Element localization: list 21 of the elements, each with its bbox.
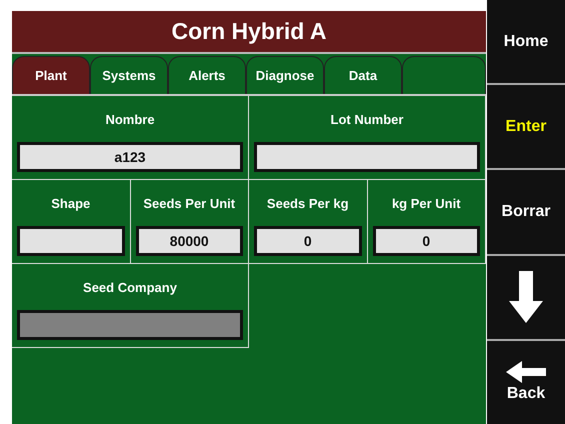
input-field[interactable]: 0 [254, 226, 362, 256]
input-field[interactable]: 0 [372, 226, 480, 256]
input-field[interactable]: 80000 [136, 226, 243, 256]
tab[interactable]: Diagnose [246, 56, 324, 94]
window-title: Corn Hybrid A [12, 11, 486, 54]
field-label: Seeds Per kg [266, 194, 349, 213]
tab[interactable]: Alerts [168, 56, 246, 94]
tab[interactable]: Plant [12, 56, 90, 94]
tab[interactable]: Systems [90, 56, 168, 94]
field-label: Seed Company [83, 278, 177, 297]
field-label: Nombre [105, 110, 155, 128]
field-label: Lot Number [330, 110, 404, 128]
down-arrow-icon [509, 271, 543, 324]
field-label: Seeds Per Unit [143, 194, 236, 212]
field-label: Shape [51, 194, 90, 213]
input-field[interactable] [17, 226, 124, 256]
tab[interactable]: Data [324, 56, 402, 94]
input-field[interactable]: a123 [17, 142, 243, 172]
input-field[interactable] [254, 142, 480, 172]
field-label: kg Per Unit [392, 194, 461, 213]
left-arrow-icon [506, 361, 546, 384]
